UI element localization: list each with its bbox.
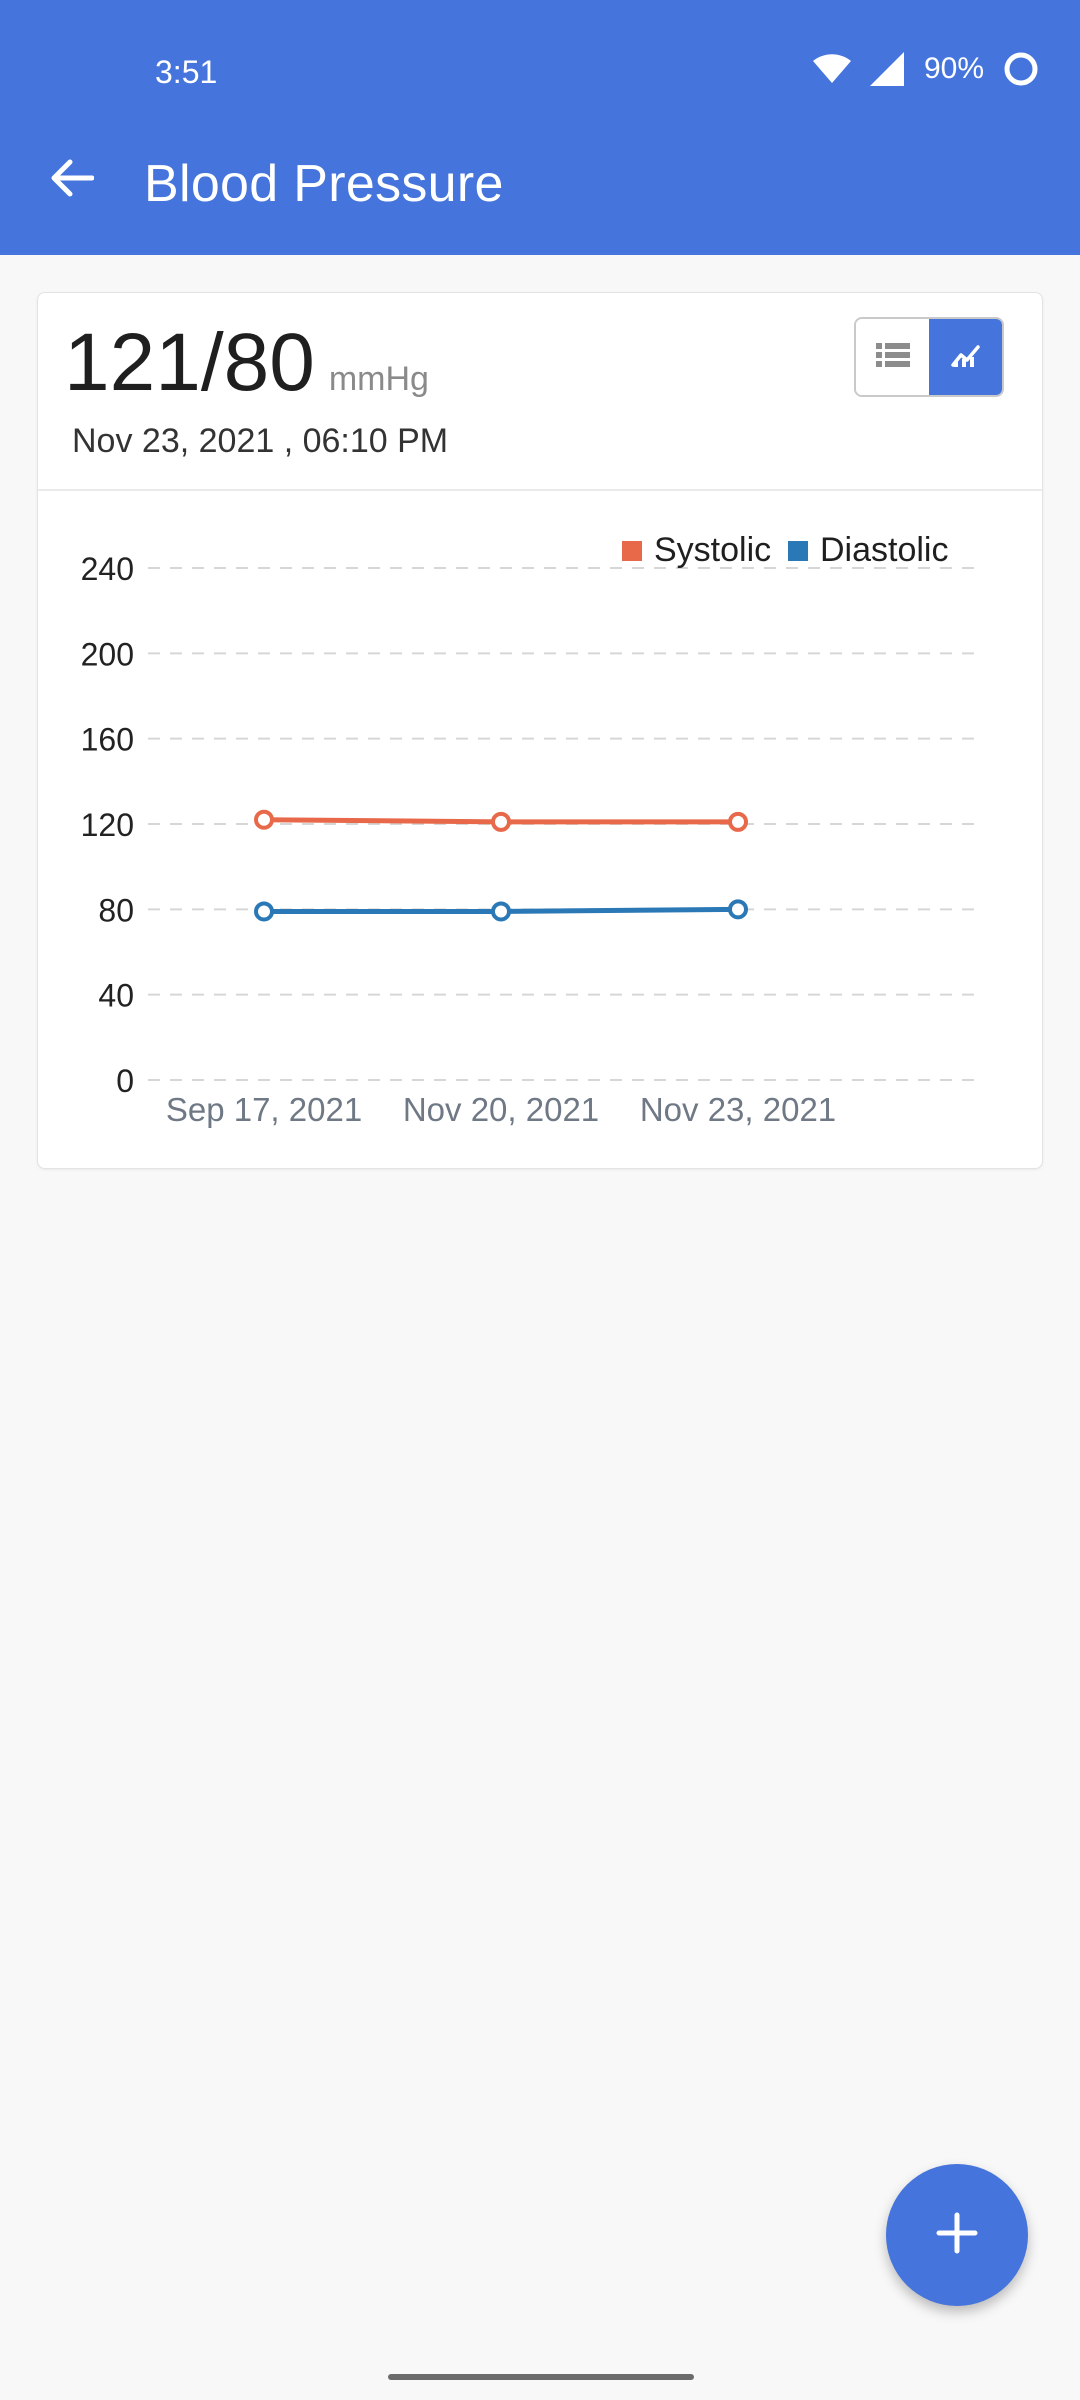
top-app-bar: 3:51 90% Blood Pressure: [0, 0, 1080, 255]
battery-percent: 90%: [923, 52, 984, 85]
x-tick-label: Nov 20, 2021: [403, 1091, 599, 1128]
data-point-systolic: [254, 809, 274, 830]
y-tick-label: 160: [81, 722, 134, 758]
wifi-icon: [812, 53, 852, 85]
battery-icon: [1002, 50, 1040, 88]
legend-swatch-diastolic: [788, 541, 808, 561]
y-tick-label: 40: [98, 978, 134, 1014]
chart-view-button[interactable]: [929, 319, 1002, 395]
blood-pressure-card: 121/80 mmHg Nov 23, 2021 , 06:10 PM 0 40…: [37, 292, 1043, 1169]
plus-icon: [935, 2211, 979, 2260]
latest-reading: 121/80 mmHg: [64, 317, 429, 409]
y-tick-label: 0: [116, 1063, 134, 1099]
reading-value: 121/80: [64, 317, 315, 408]
y-tick-label: 80: [98, 892, 134, 928]
x-tick-label: Sep 17, 2021: [166, 1091, 362, 1128]
reading-datetime: Nov 23, 2021 , 06:10 PM: [72, 422, 449, 460]
data-point-diastolic: [728, 899, 748, 920]
list-icon: [875, 341, 910, 374]
data-point-systolic: [728, 811, 748, 832]
reading-unit: mmHg: [328, 360, 429, 398]
legend-label-diastolic: Diastolic: [820, 531, 948, 569]
data-point-systolic: [491, 811, 511, 832]
y-tick-label: 240: [81, 551, 134, 587]
bp-line-chart: 0 40 80 120 160 200 240 Sep 17, 2021 Nov 20, 202…: [81, 531, 975, 1128]
data-point-diastolic: [254, 901, 274, 922]
x-tick-label: Nov 23, 2021: [640, 1091, 836, 1128]
data-point-diastolic: [491, 901, 511, 922]
arrow-left-icon: [50, 158, 95, 203]
home-indicator[interactable]: [388, 2374, 694, 2380]
status-time: 3:51: [155, 54, 218, 90]
view-toggle: [854, 317, 1004, 397]
back-button[interactable]: [44, 152, 100, 208]
y-tick-label: 200: [81, 636, 134, 672]
chart-area: 0 40 80 120 160 200 240 Sep 17, 2021 Nov 20, 202…: [38, 491, 1042, 1169]
y-tick-label: 120: [81, 807, 134, 843]
cell-signal-icon: [869, 52, 906, 86]
page-title: Blood Pressure: [144, 155, 504, 213]
legend-label-systolic: Systolic: [654, 531, 771, 569]
add-reading-button[interactable]: [886, 2164, 1028, 2306]
status-icons: 90%: [812, 50, 1040, 88]
chart-icon: [950, 341, 981, 374]
legend-swatch-systolic: [622, 541, 642, 561]
list-view-button[interactable]: [856, 319, 929, 395]
